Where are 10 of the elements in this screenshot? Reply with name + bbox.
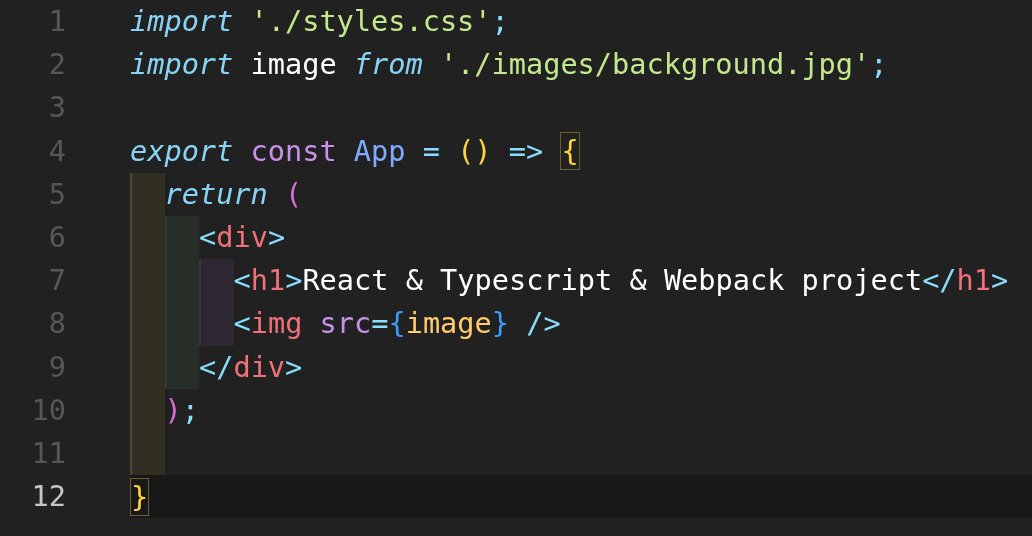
code-line: <div> (199, 218, 287, 256)
code-line: ); (164, 391, 200, 429)
code-line: import image from './images/background.jpg'; (130, 46, 889, 84)
code-line: export const App = () => { (130, 131, 581, 173)
code-line: <img src={image} /> (233, 305, 562, 343)
line-number: 12 (30, 478, 66, 516)
code-line: </div> (199, 348, 304, 386)
code-line: return ( (164, 175, 304, 213)
code-line: import './styles.css'; (130, 3, 510, 40)
code-line: <h1>React & Typescript & Webpack project</h1> (233, 262, 1010, 300)
